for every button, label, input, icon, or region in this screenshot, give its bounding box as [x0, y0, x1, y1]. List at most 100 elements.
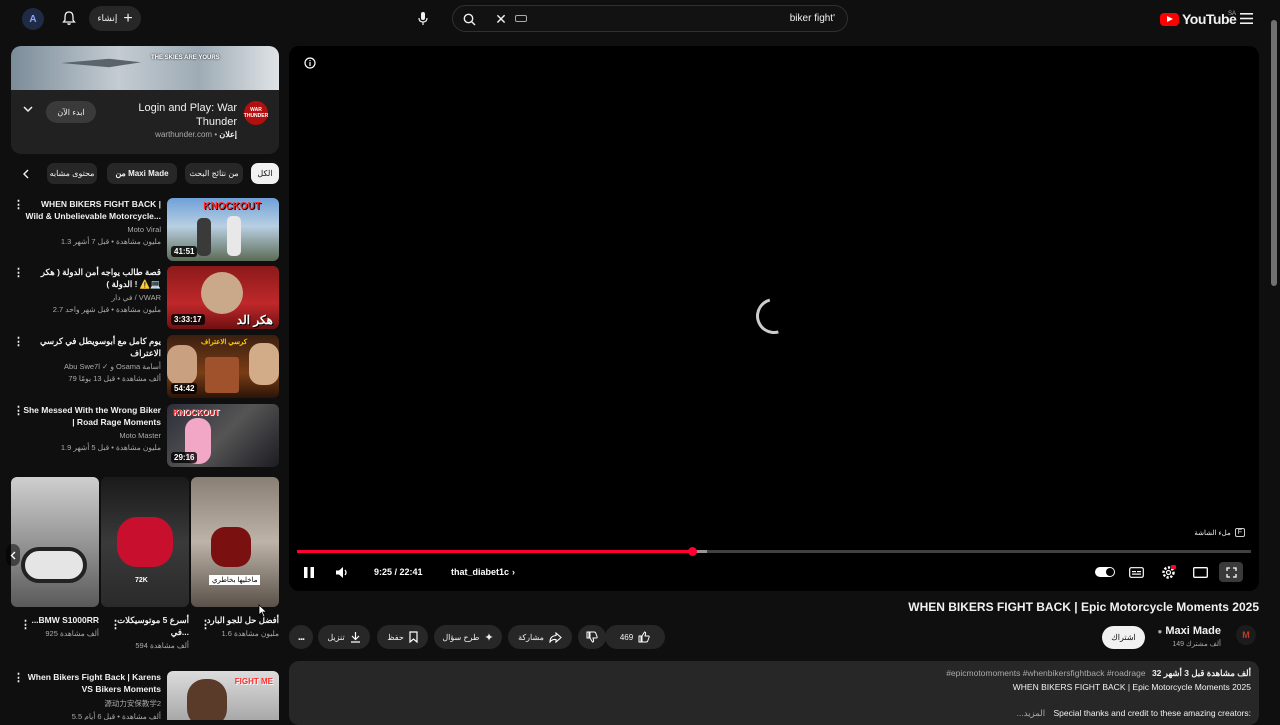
short-item-thumbnail[interactable]: ماخليها بخاطري — [191, 477, 279, 607]
loading-spinner-icon — [749, 291, 799, 341]
more-actions-button[interactable]: ... — [289, 625, 313, 649]
share-button[interactable]: مشاركة — [508, 625, 572, 649]
video-title[interactable]: When Bikers Fight Back | Karens VS Biker… — [23, 671, 161, 695]
download-button[interactable]: تنزيل — [318, 625, 370, 649]
description-more-link[interactable]: ...المزيد — [1017, 708, 1045, 718]
video-channel[interactable]: Moto Master — [23, 431, 161, 440]
video-channel[interactable]: Abu Swe7l ✓ و Osama أسامة — [23, 362, 161, 371]
short-menu-icon[interactable]: ⋮ — [110, 618, 121, 631]
description-line-2: ...المزيد Special thanks and credit to t… — [1017, 708, 1251, 719]
video-thumbnail[interactable]: KNOCKOUT 41:51 — [167, 198, 279, 261]
video-title[interactable]: WHEN BIKERS FIGHT BACK | Wild & Unbeliev… — [23, 198, 161, 222]
youtube-logo[interactable]: YouTube — [1160, 11, 1237, 27]
short-item-thumbnail[interactable] — [11, 477, 99, 607]
video-title-main: WHEN BIKERS FIGHT BACK | Epic Motorcycle… — [908, 600, 1259, 614]
chip-all[interactable]: الكل — [251, 163, 279, 184]
related-video-item[interactable]: ⋮ She Messed With the Wrong Biker | Road… — [11, 404, 279, 468]
video-stats: 2.7 مليون مشاهدة • قبل شهر واحد — [52, 305, 161, 314]
autoplay-toggle[interactable] — [1095, 562, 1115, 582]
search-icon[interactable] — [461, 11, 477, 27]
keyboard-icon[interactable] — [515, 15, 527, 22]
short-item-thumbnail[interactable]: 72K — [101, 477, 189, 607]
search-input[interactable]: biker fight' — [790, 13, 835, 24]
ad-expand-chevron-icon[interactable] — [23, 106, 33, 113]
related-video-item[interactable]: ⋮ When Bikers Fight Back | Karens VS Bik… — [11, 671, 279, 720]
account-avatar[interactable]: A — [22, 8, 44, 30]
video-channel[interactable]: 源动力安保教学2 — [23, 698, 161, 709]
progress-scrubber-handle[interactable] — [688, 547, 698, 556]
save-button[interactable]: حفظ — [377, 625, 428, 649]
fullscreen-hint-label: ملء الشاشة — [1194, 529, 1231, 537]
video-stats: 1.9 مليون مشاهدة • قبل 5 أشهر — [60, 443, 161, 452]
description-hashtags[interactable]: #epicmotomoments #whenbikersfightback #r… — [946, 668, 1145, 678]
ad-advertiser-logo[interactable]: WAR THUNDER — [244, 101, 268, 125]
video-meta: When Bikers Fight Back | Karens VS Biker… — [23, 671, 161, 720]
related-video-item[interactable]: ⋮ WHEN BIKERS FIGHT BACK | Wild & Unbeli… — [11, 198, 279, 262]
video-title[interactable]: قصة طالب يواجه أمن الدولة ( هكر الدولة )… — [23, 266, 161, 290]
ad-cta-button[interactable]: ابدء الآن — [46, 101, 96, 123]
related-video-item[interactable]: ⋮ يوم كامل مع أبوسويطل في كرسي الاعتراف … — [11, 335, 279, 399]
video-meta: She Messed With the Wrong Biker | Road R… — [23, 404, 161, 452]
settings-gear-icon[interactable] — [1161, 562, 1176, 582]
ad-banner-image[interactable]: THE SKIES ARE YOURS — [11, 46, 279, 90]
ask-button[interactable]: طرح سؤال ✦ — [434, 625, 502, 649]
shorts-scroll-left-icon[interactable] — [6, 544, 20, 566]
channel-name[interactable]: ● Maxi Made — [1157, 625, 1221, 637]
ad-card[interactable]: THE SKIES ARE YOURS WAR THUNDER Login an… — [11, 46, 279, 154]
short-menu-icon[interactable]: ⋮ — [200, 618, 211, 631]
video-duration: 3:33:17 — [171, 314, 205, 325]
chip-similar-content[interactable]: محتوى مشابه — [47, 163, 97, 184]
progress-bar[interactable] — [297, 547, 1251, 556]
like-thumb-icon[interactable] — [638, 631, 650, 643]
chip-from-channel[interactable]: من Maxi Made — [107, 163, 177, 184]
chip-from-search[interactable]: من نتائج البحث — [185, 163, 243, 184]
download-icon — [350, 632, 360, 643]
video-stats: 5.5 ألف مشاهدة • قبل 6 أيام — [71, 712, 161, 720]
ad-title[interactable]: Login and Play: War Thunder — [117, 101, 237, 129]
dislike-button[interactable] — [578, 625, 606, 649]
video-title[interactable]: She Messed With the Wrong Biker | Road R… — [23, 404, 161, 428]
theater-mode-button[interactable] — [1193, 562, 1208, 582]
fullscreen-button[interactable] — [1219, 562, 1243, 582]
chips-scroll-left-icon[interactable] — [19, 167, 31, 181]
voice-search-mic-icon[interactable] — [414, 9, 432, 27]
volume-button[interactable] — [335, 562, 349, 582]
pause-button[interactable] — [303, 562, 315, 582]
channel-avatar[interactable]: M — [1236, 625, 1256, 645]
search-box[interactable]: ✕ biker fight' — [452, 5, 848, 32]
video-player[interactable]: ملء الشاشة F 9:25 / 22:41 that_diabet1c … — [289, 46, 1259, 591]
time-display: 9:25 / 22:41 — [374, 567, 423, 577]
video-title[interactable]: يوم كامل مع أبوسويطل في كرسي الاعتراف — [23, 335, 161, 359]
video-duration: 41:51 — [171, 246, 198, 257]
sparkle-icon: ✦ — [484, 631, 494, 644]
short-overlay-text: ماخليها بخاطري — [209, 575, 261, 585]
video-channel[interactable]: Moto Viral — [23, 225, 161, 234]
video-channel[interactable]: في دار / VWAR — [23, 293, 161, 302]
description-box[interactable]: #epicmotomoments #whenbikersfightback #r… — [289, 661, 1259, 725]
info-icon[interactable] — [303, 56, 317, 70]
video-thumbnail[interactable]: FIGHT ME — [167, 671, 279, 720]
short-menu-icon[interactable]: ⋮ — [20, 618, 31, 631]
video-thumbnail[interactable]: كرسي الاعتراف 54:42 — [167, 335, 279, 398]
like-dislike-group: 469 — [605, 625, 665, 649]
thumbnail-motorcycle — [21, 547, 87, 583]
thumbnail-face — [187, 679, 227, 720]
region-code: SA — [1228, 11, 1237, 17]
create-label: إنشاء — [97, 13, 118, 23]
clear-search-icon[interactable]: ✕ — [493, 11, 509, 27]
youtube-play-icon — [1160, 12, 1179, 26]
related-video-item[interactable]: ⋮ قصة طالب يواجه أمن الدولة ( هكر الدولة… — [11, 266, 279, 330]
notifications-bell-icon[interactable] — [60, 9, 78, 27]
thumbnail-figure — [197, 218, 211, 256]
more-actions-icon: ... — [297, 631, 305, 643]
create-button[interactable]: إنشاء + — [89, 6, 141, 31]
subscribe-button[interactable]: اشتراك — [1102, 626, 1145, 649]
chapter-button[interactable]: that_diabet1c › — [451, 562, 515, 582]
video-thumbnail[interactable]: هكر الد 3:33:17 — [167, 266, 279, 329]
like-count[interactable]: 469 — [620, 633, 633, 642]
guide-menu-icon[interactable] — [1238, 11, 1254, 25]
page-scrollbar[interactable] — [1271, 20, 1277, 286]
mouse-cursor-icon — [258, 604, 268, 618]
video-thumbnail[interactable]: KNOCKOUT 29:16 — [167, 404, 279, 467]
subtitles-button[interactable] — [1129, 562, 1144, 582]
